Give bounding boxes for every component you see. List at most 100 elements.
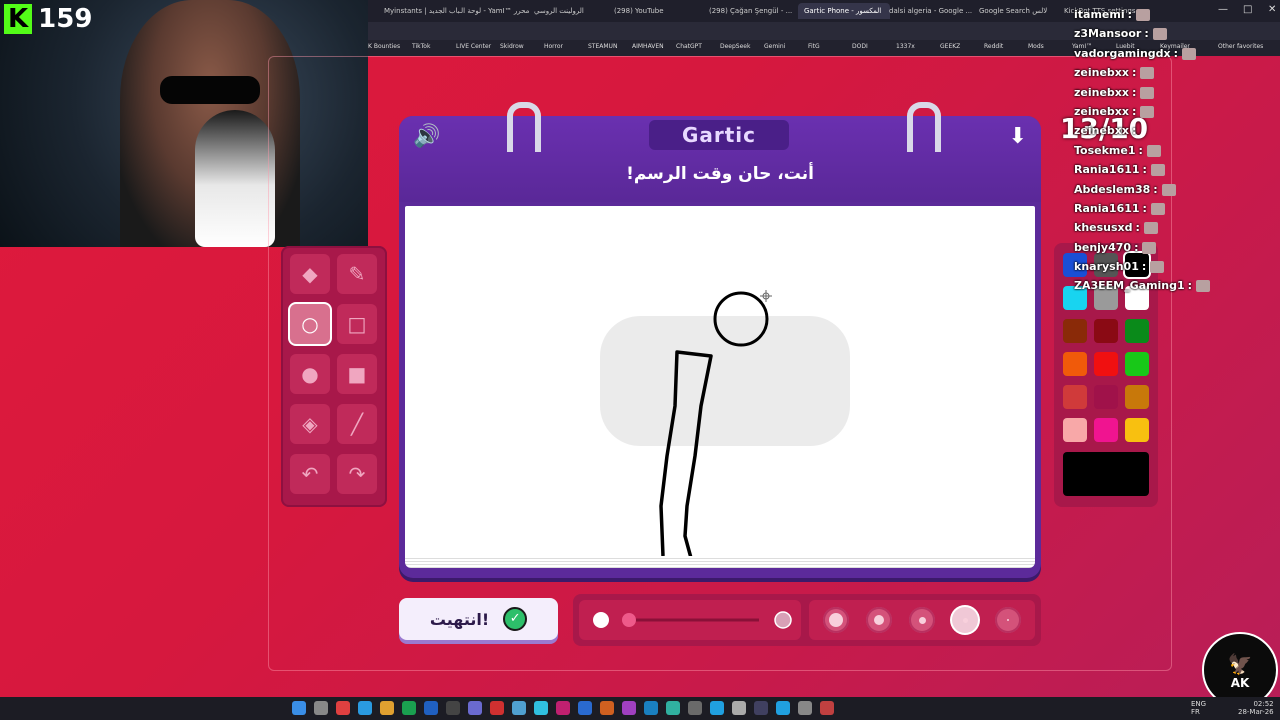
color-swatch[interactable] (1125, 319, 1149, 343)
eraser-tool-icon[interactable]: ◆ (290, 254, 330, 294)
taskbar-app-icon[interactable] (578, 701, 592, 715)
color-swatch[interactable] (1063, 352, 1087, 376)
bookmark-item[interactable]: Gemini (764, 43, 785, 50)
taskbar-app-icon[interactable] (512, 701, 526, 715)
bookmark-item[interactable]: TikTok (412, 43, 430, 50)
bookmark-item[interactable]: LIVE Center (456, 43, 491, 50)
taskbar-app-icon[interactable] (534, 701, 548, 715)
brush-size-button[interactable] (909, 607, 935, 633)
taskbar-app-icon[interactable] (710, 701, 724, 715)
circle-filled-tool-icon[interactable]: ● (290, 354, 330, 394)
download-icon[interactable]: ⬇ (1009, 124, 1027, 149)
opacity-slider[interactable] (579, 600, 801, 640)
bookmark-item[interactable]: GEEKZ (940, 43, 960, 50)
taskbar-app-icon[interactable] (468, 701, 482, 715)
color-swatch[interactable] (1094, 319, 1118, 343)
bookmark-item[interactable]: DODI (852, 43, 868, 50)
sound-icon[interactable]: 🔊 (413, 124, 440, 149)
brush-size-button[interactable] (952, 607, 978, 633)
line-tool-icon[interactable]: ╱ (337, 404, 377, 444)
brush-size-button[interactable] (823, 607, 849, 633)
bookmark-item[interactable]: DeepSeek (720, 43, 750, 50)
taskbar-app-icon[interactable] (556, 701, 570, 715)
color-swatch[interactable] (1094, 352, 1118, 376)
circle-outline-tool-icon[interactable]: ○ (290, 304, 330, 344)
taskbar-app-icon[interactable] (732, 701, 746, 715)
taskbar-app-icon[interactable] (358, 701, 372, 715)
color-swatch[interactable] (1125, 385, 1149, 409)
taskbar-app-icon[interactable] (336, 701, 350, 715)
taskbar-app-icon[interactable] (446, 701, 460, 715)
bookmark-item[interactable]: Mods (1028, 43, 1044, 50)
brush-size-button[interactable] (995, 607, 1021, 633)
chat-username[interactable]: Tosekme1 (1074, 144, 1136, 157)
browser-tab[interactable]: لوحة الـ - YamI™ محرر (453, 3, 535, 19)
chat-username[interactable]: knarysh01 (1074, 260, 1139, 273)
taskbar-app-icon[interactable] (402, 701, 416, 715)
browser-tab[interactable]: الرولينت الروسي (528, 3, 615, 19)
color-swatch[interactable] (1094, 385, 1118, 409)
chat-username[interactable]: zeinebxx (1074, 66, 1129, 79)
square-filled-tool-icon[interactable]: ■ (337, 354, 377, 394)
chat-username[interactable]: zeinebxx (1074, 124, 1129, 137)
redo-tool-icon[interactable]: ↷ (337, 454, 377, 494)
chat-separator: : (1142, 201, 1151, 215)
chat-username[interactable]: Abdeslem38 (1074, 183, 1150, 196)
chat-username[interactable]: khesusxd (1074, 221, 1133, 234)
chat-username[interactable]: itamemi (1074, 8, 1125, 21)
taskbar-app-icon[interactable] (314, 701, 328, 715)
undo-tool-icon[interactable]: ↶ (290, 454, 330, 494)
chat-username[interactable]: Rania1611 (1074, 202, 1140, 215)
chat-username[interactable]: zeinebxx (1074, 105, 1129, 118)
bookmark-item[interactable]: AIMHAVEN (632, 43, 664, 50)
bookmark-item[interactable]: FitG (808, 43, 820, 50)
browser-tab[interactable]: (298) YouTube (608, 3, 710, 19)
browser-tab[interactable]: Google Search لالس (973, 3, 1065, 19)
taskbar-app-icon[interactable] (798, 701, 812, 715)
browser-tab[interactable]: Myinstants | باب الجديد (378, 3, 460, 19)
bookmark-item[interactable]: 1337x (896, 43, 915, 50)
taskbar-app-icon[interactable] (776, 701, 790, 715)
clock[interactable]: 02:52 28-Mar-26 (1238, 700, 1274, 716)
browser-tab[interactable]: (298) Çağan Şengül - ... (703, 3, 805, 19)
taskbar-app-icon[interactable] (490, 701, 504, 715)
browser-tab[interactable]: Gartic Phone - المكسور (798, 3, 890, 19)
color-swatch[interactable] (1063, 418, 1087, 442)
taskbar-app-icon[interactable] (600, 701, 614, 715)
bookmark-item[interactable]: K Bounties (368, 43, 400, 50)
chat-username[interactable]: benjy470 (1074, 241, 1131, 254)
drawing-canvas[interactable] (405, 206, 1035, 559)
chat-username[interactable]: vadorgamingdx (1074, 47, 1171, 60)
bookmark-item[interactable]: STEAMUN (588, 43, 617, 50)
chat-username[interactable]: zeinebxx (1074, 86, 1129, 99)
taskbar-app-icon[interactable] (424, 701, 438, 715)
color-swatch[interactable] (1125, 418, 1149, 442)
fill-bucket-tool-icon[interactable]: ◈ (290, 404, 330, 444)
taskbar-app-icon[interactable] (688, 701, 702, 715)
chat-username[interactable]: z3Mansoor (1074, 27, 1141, 40)
square-outline-tool-icon[interactable]: □ (337, 304, 377, 344)
chat-username[interactable]: ZA3EEM_Gaming1 (1074, 279, 1185, 292)
brush-size-button[interactable] (866, 607, 892, 633)
bookmark-item[interactable]: Skidrow (500, 43, 524, 50)
browser-tab[interactable]: dalsi algeria - Google ... (883, 3, 980, 19)
pencil-tool-icon[interactable]: ✎ (337, 254, 377, 294)
slider-thumb[interactable] (622, 613, 636, 627)
taskbar-app-icon[interactable] (622, 701, 636, 715)
bookmark-item[interactable]: Reddit (984, 43, 1003, 50)
color-swatch[interactable] (1063, 385, 1087, 409)
taskbar-app-icon[interactable] (820, 701, 834, 715)
taskbar-app-icon[interactable] (754, 701, 768, 715)
chat-username[interactable]: Rania1611 (1074, 163, 1140, 176)
taskbar-app-icon[interactable] (380, 701, 394, 715)
bookmark-item[interactable]: Horror (544, 43, 563, 50)
color-swatch[interactable] (1063, 319, 1087, 343)
done-button[interactable]: انتهيت! ✓ (399, 598, 558, 640)
taskbar-app-icon[interactable] (292, 701, 306, 715)
bookmark-item[interactable]: ChatGPT (676, 43, 702, 50)
taskbar-app-icon[interactable] (666, 701, 680, 715)
color-swatch[interactable] (1125, 352, 1149, 376)
taskbar-app-icon[interactable] (644, 701, 658, 715)
color-swatch[interactable] (1094, 418, 1118, 442)
lang-indicator[interactable]: ENG FR (1191, 700, 1206, 716)
